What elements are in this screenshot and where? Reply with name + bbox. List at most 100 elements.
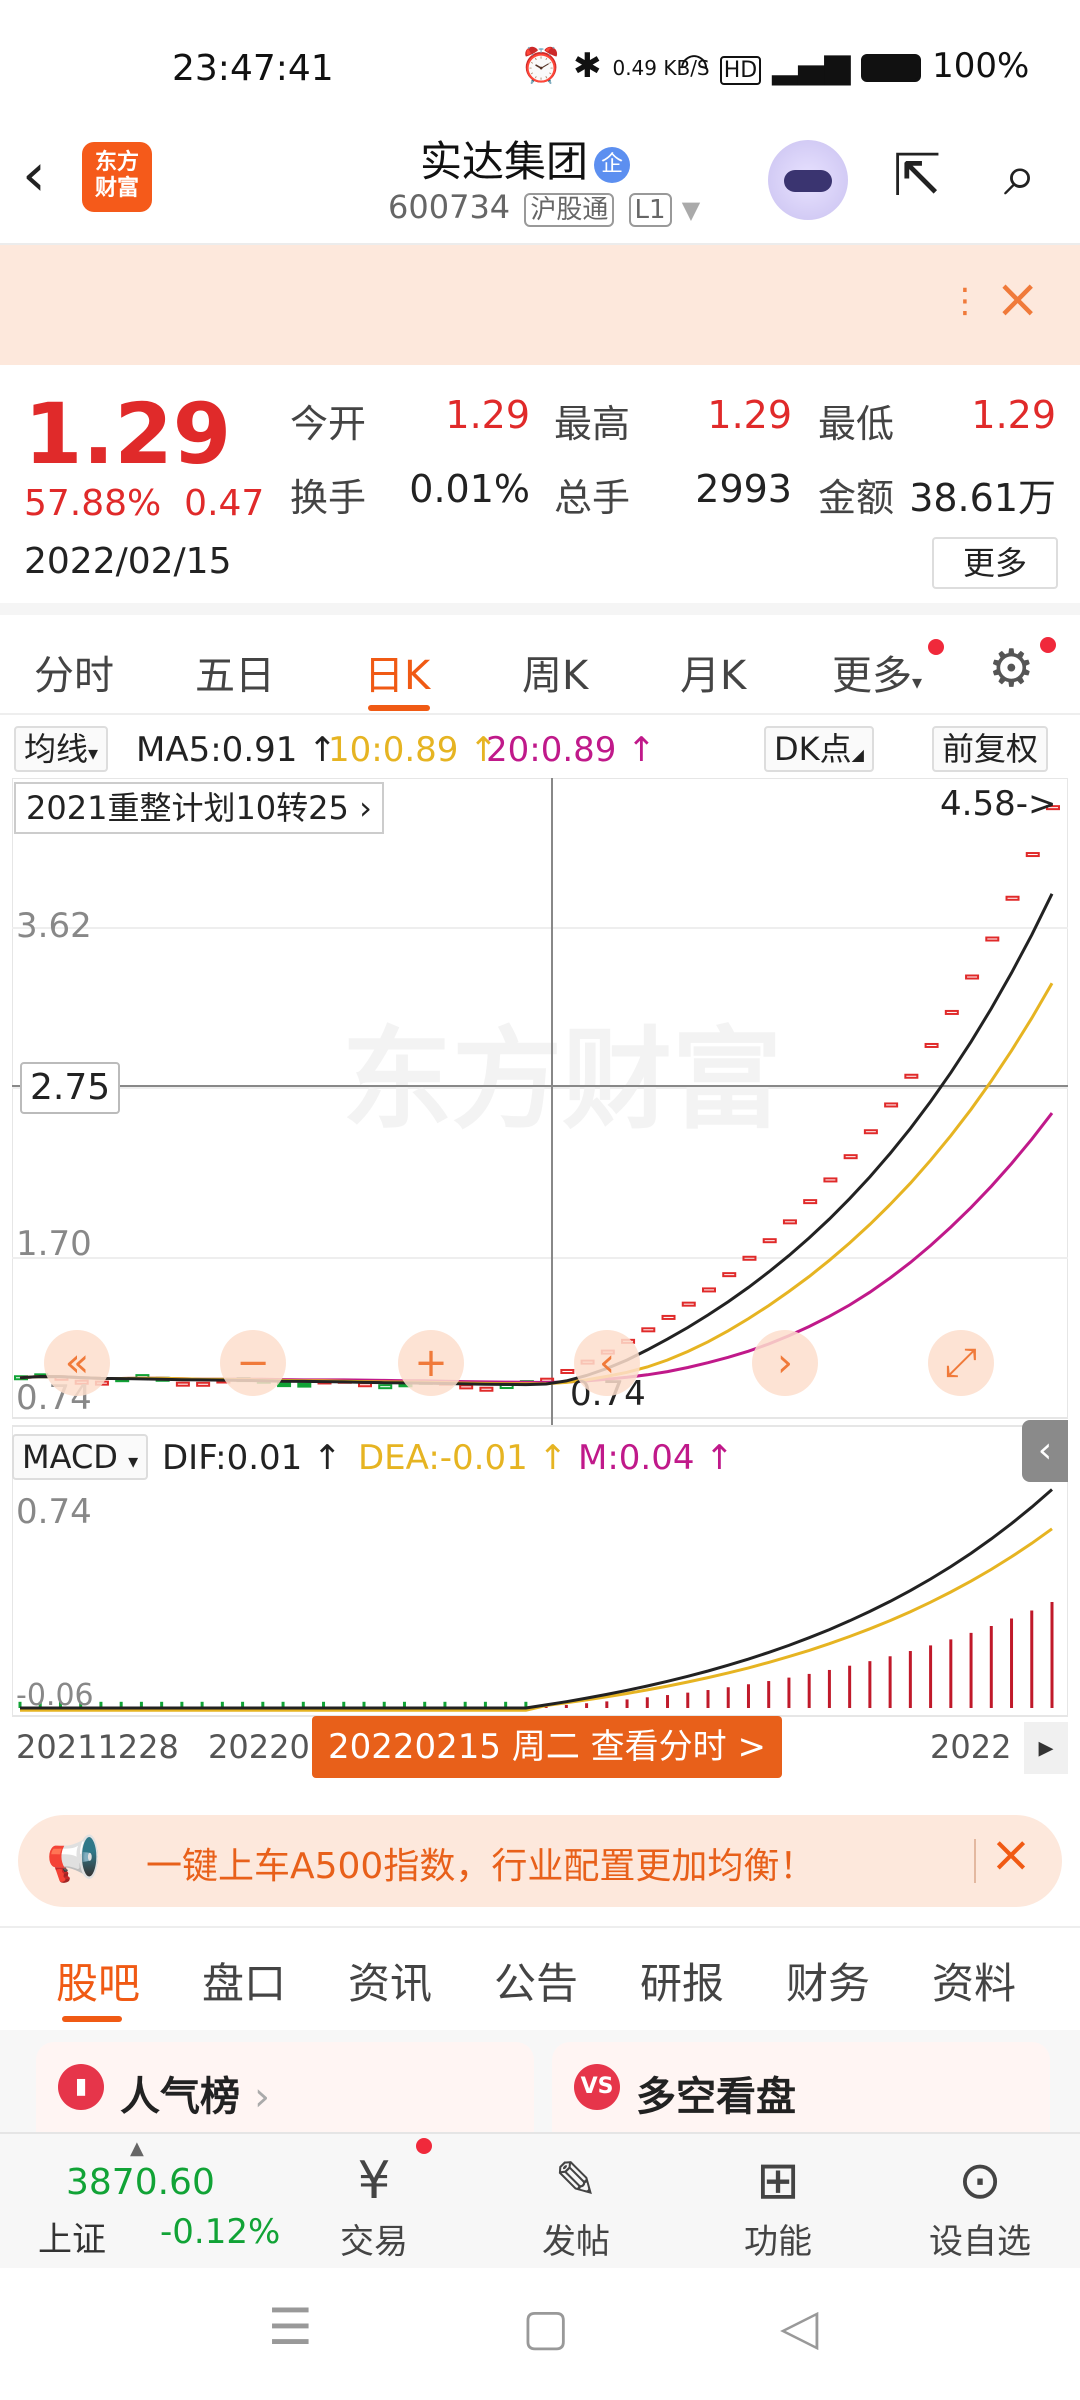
caret-down-icon: ▾ <box>88 741 99 765</box>
back-icon[interactable]: ‹ <box>22 140 72 210</box>
kline-svg: 东方财富 <box>12 778 1068 1718</box>
collapse-icon[interactable]: ‹ <box>1022 1420 1068 1482</box>
view-intraday-button[interactable]: 20220215 周二 查看分时 > <box>312 1716 782 1778</box>
edit-icon: ✎ <box>554 2151 598 2211</box>
chart-bars-icon: ▮ <box>58 2064 104 2110</box>
high-label: 最高 <box>554 402 631 446</box>
wifi-icon: ◠ <box>679 46 709 86</box>
trade-button[interactable]: ¥ 交易 <box>314 2148 434 2263</box>
price-change: 57.88% 0.47 <box>24 483 264 524</box>
tab-weekly-k[interactable]: 周K <box>522 643 588 701</box>
event-tag-label: 2021重整计划10转25 <box>26 789 349 827</box>
popularity-card[interactable]: ▮ 人气榜 › <box>36 2042 534 2132</box>
share-icon[interactable]: ⇱ <box>882 140 952 210</box>
tab-monthly-k[interactable]: 月K <box>680 643 746 701</box>
assistant-avatar[interactable] <box>768 140 848 220</box>
tab-announcements[interactable]: 公告 <box>494 1950 578 2011</box>
open-label: 今开 <box>290 402 367 446</box>
crosshair-price: 2.75 <box>20 1062 121 1114</box>
ma-selector[interactable]: 均线▾ <box>14 726 109 772</box>
battery-icon <box>861 53 922 82</box>
ma5-value: MA5:0.91 ↑ <box>136 730 337 770</box>
functions-button[interactable]: ⊞ 功能 <box>718 2148 838 2263</box>
home-icon[interactable]: ▢ <box>522 2298 569 2356</box>
macd-row: MACD ▾ DIF:0.01 ↑ DEA:-0.01 ↑ M:0.04 ↑ <box>12 1426 1068 1482</box>
watermark: 东方财富 <box>342 1016 782 1144</box>
y-axis-label: 3.62 <box>16 906 92 946</box>
stock-name: 实达集团 <box>420 137 589 186</box>
caret-down-icon: ▾ <box>912 670 923 694</box>
back-nav-icon[interactable]: ◁ <box>780 2298 818 2356</box>
ma5-text: MA5:0.91 <box>136 730 298 770</box>
tab-news[interactable]: 资讯 <box>348 1950 432 2011</box>
network-speed: 0.49 KB/S <box>612 55 710 80</box>
tab-order-book[interactable]: 盘口 <box>202 1950 286 2011</box>
tab-forum[interactable]: 股吧 <box>56 1950 140 2011</box>
promo-banner[interactable]: 📢 一键上车A500指数，行业配置更加均衡！ × <box>18 1815 1062 1907</box>
status-icons: ⏰ ✱ 0.49 KB/S ◠ HD ▂▄▆ 100% <box>520 46 1029 86</box>
m-value: M:0.04 ↑ <box>578 1438 734 1478</box>
macd-selector[interactable]: MACD ▾ <box>12 1434 149 1480</box>
versus-icon: VS <box>574 2064 620 2110</box>
more-icon[interactable]: ⋮ <box>948 281 982 321</box>
scroll-right-icon[interactable]: ▸ <box>1024 1722 1068 1774</box>
zoom-in-icon[interactable]: + <box>398 1330 464 1396</box>
promo-text: 一键上车A500指数，行业配置更加均衡！ <box>146 1846 816 1887</box>
tab-more-label: 更多 <box>832 653 912 699</box>
trade-label: 交易 <box>340 2222 408 2262</box>
add-watchlist-button[interactable]: ⊙ 设自选 <box>920 2148 1040 2263</box>
next-icon[interactable]: › <box>752 1330 818 1396</box>
connect-tag: 沪股通 <box>524 193 615 227</box>
alarm-icon: ⏰ <box>520 46 563 86</box>
change-amount: 0.47 <box>184 483 265 524</box>
trade-dot <box>416 2138 432 2154</box>
macd-selector-label: MACD <box>22 1438 118 1476</box>
gear-icon[interactable]: ⚙ <box>988 639 1035 699</box>
bull-bear-card[interactable]: VS 多空看盘 <box>552 2042 1050 2132</box>
enterprise-badge-icon: 企 <box>594 146 631 183</box>
m-text: M:0.04 <box>578 1438 695 1478</box>
x-axis-mid: 20220 <box>208 1728 310 1766</box>
tab-time[interactable]: 分时 <box>34 643 114 701</box>
corner-icon: ◢ <box>851 745 864 764</box>
kline-chart[interactable]: 东方财富 2021重整计划10转25 › 4.58-> 3.62 2.75 1.… <box>12 778 1068 1798</box>
ma20-value: 20:0.89 ↑ <box>486 730 656 770</box>
tab-research[interactable]: 研报 <box>640 1950 724 2011</box>
tab-daily-k[interactable]: 日K <box>364 643 430 701</box>
close-icon[interactable]: × <box>990 1825 1032 1883</box>
chart-tabs: 分时 五日 日K 周K 月K 更多▾ ⚙ <box>0 625 1080 715</box>
x-axis-start: 20211228 <box>16 1728 179 1766</box>
event-tag[interactable]: 2021重整计划10转25 › <box>14 782 384 834</box>
index-value[interactable]: 3870.60 <box>66 2162 215 2203</box>
active-tab-indicator <box>368 705 430 711</box>
close-icon[interactable]: × <box>995 267 1040 330</box>
tab-more[interactable]: 更多▾ <box>832 643 922 701</box>
more-quote-button[interactable]: 更多 <box>932 537 1058 589</box>
stock-code: 600734 <box>388 188 511 226</box>
dk-label: DK点 <box>774 730 852 768</box>
post-button[interactable]: ✎ 发帖 <box>516 2148 636 2263</box>
tab-five-day[interactable]: 五日 <box>195 643 275 701</box>
adjust-button[interactable]: 前复权 <box>932 726 1049 772</box>
caret-up-icon: ▲ <box>130 2138 144 2159</box>
menu-icon[interactable]: ☰ <box>268 2298 313 2356</box>
dk-point-button[interactable]: DK点◢ <box>764 726 874 772</box>
stock-title: 实达集团企 <box>420 128 631 189</box>
app-logo[interactable]: 东方财富 <box>82 142 152 212</box>
feature-cards: ▮ 人气榜 › VS 多空看盘 <box>0 2030 1080 2132</box>
prev-icon[interactable]: ‹ <box>574 1330 640 1396</box>
low-label: 最低 <box>818 402 895 446</box>
tab-profile[interactable]: 资料 <box>932 1950 1016 2011</box>
search-icon[interactable]: ⌕ <box>985 140 1055 210</box>
low-value: 1.29 <box>971 393 1056 437</box>
quote-panel: 1.29 57.88% 0.47 2022/02/15 今开 1.29 最高 1… <box>0 365 1080 615</box>
ma10-text: 10:0.89 <box>328 730 459 770</box>
tab-finance[interactable]: 财务 <box>786 1950 870 2011</box>
settings-dot <box>1040 637 1056 653</box>
rewind-icon[interactable]: « <box>44 1330 110 1396</box>
ma-selector-label: 均线 <box>24 730 89 768</box>
ma20-text: 20:0.89 <box>486 730 617 770</box>
stock-code-row[interactable]: 600734 沪股通 L1 ▼ <box>388 188 700 227</box>
zoom-out-icon[interactable]: − <box>220 1330 286 1396</box>
fullscreen-icon[interactable]: ⤢ <box>928 1330 994 1396</box>
